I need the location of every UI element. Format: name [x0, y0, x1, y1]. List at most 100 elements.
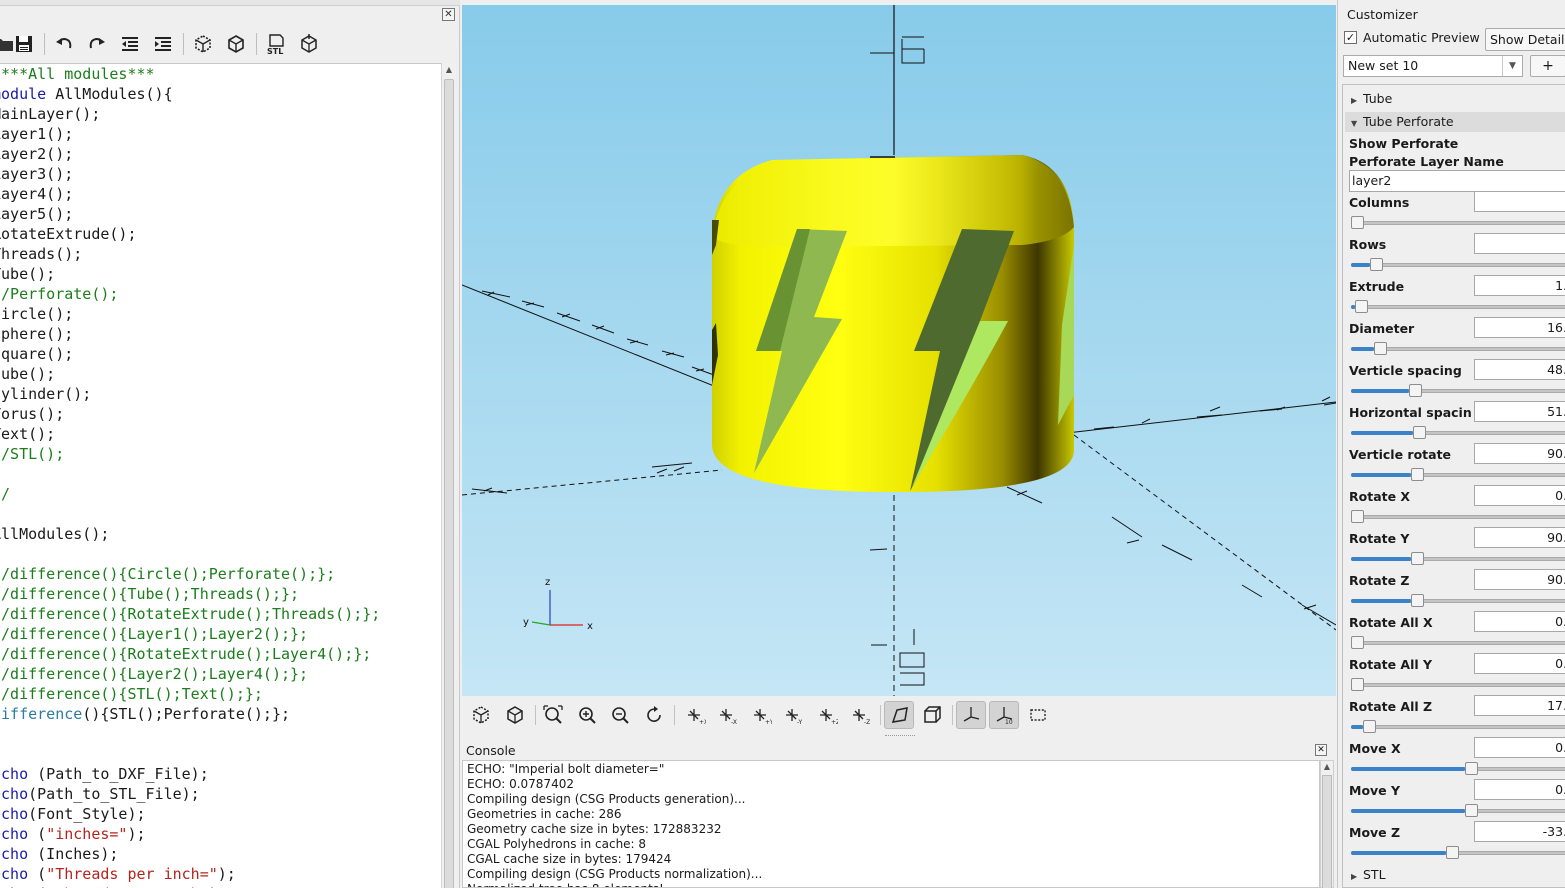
diameter-input[interactable]: 16. — [1474, 317, 1565, 338]
group-stl[interactable]: ▶ STL — [1345, 865, 1565, 885]
slider-handle[interactable] — [1411, 552, 1424, 565]
undo-icon[interactable] — [50, 30, 78, 58]
orthogonal-icon[interactable] — [917, 701, 947, 729]
extrude-slider[interactable] — [1351, 300, 1565, 313]
view-left-icon[interactable]: -X — [712, 701, 742, 729]
show-scale-markers-icon[interactable]: 10 — [989, 701, 1019, 729]
move-y-input[interactable]: 0. — [1474, 779, 1565, 800]
slider-handle[interactable] — [1465, 804, 1478, 817]
parameter-list: ▶ Tube ▼ Tube Perforate Show Perforate Per… — [1342, 84, 1565, 888]
slider-handle[interactable] — [1411, 468, 1424, 481]
perspective-icon[interactable] — [884, 701, 914, 729]
slider-handle[interactable] — [1351, 678, 1364, 691]
zoom-in-icon[interactable] — [572, 701, 602, 729]
rotate-all-y-input[interactable]: 0. — [1474, 653, 1565, 674]
slider-handle[interactable] — [1411, 594, 1424, 607]
send-to-print-icon[interactable] — [295, 30, 323, 58]
horizontal-spacing-slider[interactable] — [1351, 426, 1565, 439]
diameter-slider[interactable] — [1351, 342, 1565, 355]
view-front-icon[interactable]: -Y — [778, 701, 808, 729]
3d-viewport[interactable]: x z y — [462, 5, 1336, 696]
slider-handle[interactable] — [1351, 216, 1364, 229]
horizontal-spacing-input[interactable]: 51. — [1474, 401, 1565, 422]
rotate-z-label: Rotate Z — [1349, 573, 1410, 588]
view-preview-icon[interactable] — [466, 701, 496, 729]
code-line: Layer2(); — [0, 145, 74, 163]
rows-input[interactable] — [1474, 233, 1565, 254]
move-x-slider[interactable] — [1351, 762, 1565, 775]
columns-slider[interactable] — [1351, 216, 1565, 229]
editor-scrollbar[interactable]: ▲ — [441, 63, 456, 888]
group-tube[interactable]: ▶ Tube — [1345, 89, 1565, 109]
rotate-z-slider[interactable] — [1351, 594, 1565, 607]
editor-close-icon[interactable]: ✕ — [442, 8, 455, 21]
console-close-icon[interactable]: ✕ — [1315, 744, 1327, 756]
console-scrollbar-thumb[interactable] — [1322, 775, 1332, 888]
move-x-input[interactable]: 0. — [1474, 737, 1565, 758]
verticle-rotate-input[interactable]: 90. — [1474, 443, 1565, 464]
console-scrollbar[interactable]: ▲ — [1320, 760, 1334, 888]
verticle-rotate-slider[interactable] — [1351, 468, 1565, 481]
slider-handle[interactable] — [1370, 258, 1383, 271]
rows-slider[interactable] — [1351, 258, 1565, 271]
show-axes-icon[interactable] — [956, 701, 986, 729]
code-line: echo(Font_Style); — [0, 805, 146, 823]
group-tube-perforate[interactable]: ▼ Tube Perforate — [1345, 112, 1565, 132]
preset-select[interactable]: New set 10 ▼ — [1343, 55, 1523, 77]
move-z-slider[interactable] — [1351, 846, 1565, 859]
slider-handle[interactable] — [1446, 846, 1459, 859]
redo-icon[interactable] — [83, 30, 111, 58]
rotate-y-input[interactable]: 90. — [1474, 527, 1565, 548]
code-editor[interactable]: /***All modules*** module AllModules(){Ma… — [0, 63, 441, 888]
save-icon[interactable] — [10, 30, 38, 58]
rotate-all-z-slider[interactable] — [1351, 720, 1565, 733]
zoom-out-icon[interactable] — [605, 701, 635, 729]
editor-scrollbar-thumb[interactable] — [444, 79, 454, 888]
console-output[interactable]: ECHO: "Imperial bolt diameter=" ECHO: 0.0… — [462, 760, 1320, 888]
view-all-icon[interactable] — [538, 701, 568, 729]
slider-handle[interactable] — [1351, 636, 1364, 649]
rotate-z-input[interactable]: 90. — [1474, 569, 1565, 590]
extrude-input[interactable]: 1. — [1474, 275, 1565, 296]
view-top-icon[interactable]: +Z — [812, 701, 842, 729]
horizontal-spacing-label: Horizontal spacing — [1349, 405, 1471, 420]
show-edges-icon[interactable] — [1023, 701, 1053, 729]
verticle-spacing-input[interactable]: 48. — [1474, 359, 1565, 380]
code-line: Text(); — [0, 425, 56, 443]
export-stl-icon[interactable]: STL — [261, 30, 289, 58]
automatic-preview-toggle[interactable]: ✓ Automatic Preview — [1344, 30, 1480, 45]
rotate-all-x-slider[interactable] — [1351, 636, 1565, 649]
preview-icon[interactable] — [189, 30, 217, 58]
rotate-x-slider[interactable] — [1351, 510, 1565, 523]
move-z-input[interactable]: -33. — [1474, 821, 1565, 842]
unindent-icon[interactable] — [116, 30, 144, 58]
slider-handle[interactable] — [1355, 300, 1368, 313]
rotate-all-z-input[interactable]: 17. — [1474, 695, 1565, 716]
slider-handle[interactable] — [1413, 426, 1426, 439]
rotate-all-x-input[interactable]: 0. — [1474, 611, 1565, 632]
slider-handle[interactable] — [1465, 762, 1478, 775]
rotate-x-input[interactable]: 0. — [1474, 485, 1565, 506]
rotate-all-y-slider[interactable] — [1351, 678, 1565, 691]
code-line: echo ("Threads per inch="); — [0, 865, 236, 883]
view-right-icon[interactable]: +X — [680, 701, 710, 729]
indent-icon[interactable] — [149, 30, 177, 58]
render-icon[interactable] — [222, 30, 250, 58]
perforate-layer-input[interactable]: layer2 — [1349, 170, 1565, 192]
view-back-icon[interactable]: +Y — [746, 701, 776, 729]
slider-handle[interactable] — [1409, 384, 1422, 397]
slider-handle[interactable] — [1363, 720, 1376, 733]
rotate-y-slider[interactable] — [1351, 552, 1565, 565]
dock-grip[interactable] — [885, 735, 915, 739]
verticle-spacing-slider[interactable] — [1351, 384, 1565, 397]
add-preset-button[interactable]: + — [1530, 55, 1565, 77]
view-bottom-icon[interactable]: -Z — [845, 701, 875, 729]
slider-handle[interactable] — [1351, 510, 1364, 523]
automatic-preview-checkbox[interactable]: ✓ — [1344, 31, 1357, 44]
view-render-icon[interactable] — [500, 701, 530, 729]
columns-input[interactable] — [1474, 191, 1565, 212]
slider-handle[interactable] — [1374, 342, 1387, 355]
reset-view-icon[interactable] — [639, 701, 669, 729]
show-details-dropdown[interactable]: Show Details — [1485, 28, 1565, 51]
move-y-slider[interactable] — [1351, 804, 1565, 817]
